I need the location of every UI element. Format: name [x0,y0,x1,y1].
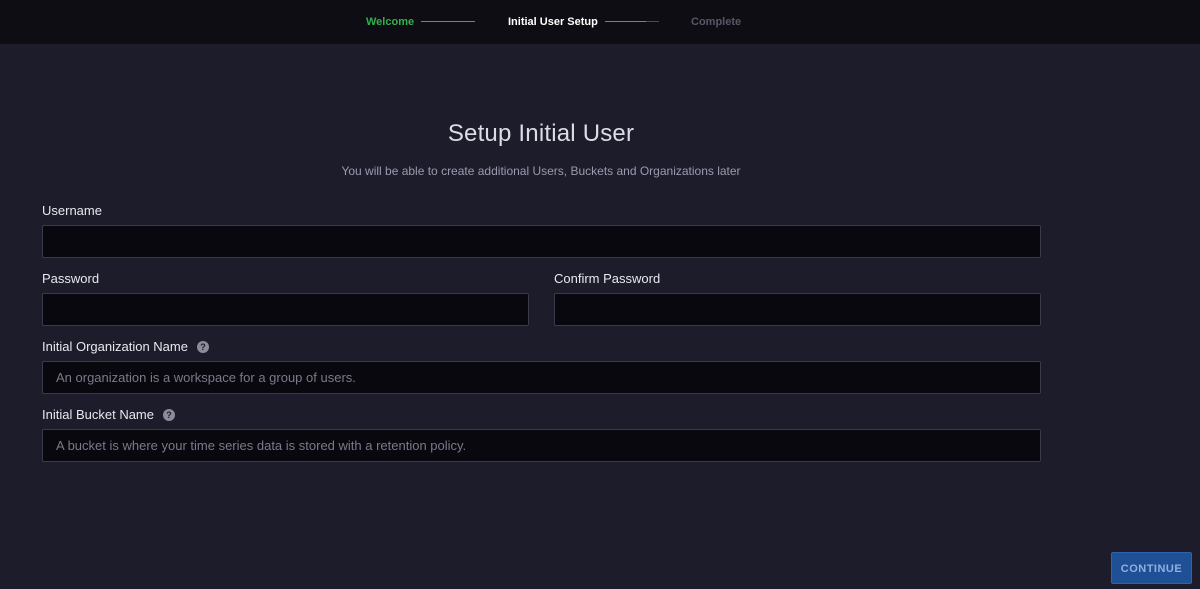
username-input[interactable] [42,225,1041,258]
confirm-password-label: Confirm Password [554,271,661,286]
password-input[interactable] [42,293,529,326]
step-complete: Complete [691,16,742,28]
bucket-label: Initial Bucket Name [42,407,154,422]
username-label: Username [42,203,102,218]
page-title: Setup Initial User [447,120,635,147]
bucket-label-row: Initial Bucket Name? [42,407,175,423]
continue-button[interactable]: CONTINUE [1111,552,1192,584]
wizard-progress-bar: Welcome Initial User Setup Complete [0,0,1200,44]
step-connector-1-fill [421,21,475,22]
bucket-name-input[interactable] [42,429,1041,462]
step-connector-1 [421,21,475,22]
page-subtitle: You will be able to create additional Us… [341,164,741,178]
step-connector-2-rest [645,21,659,22]
help-icon[interactable]: ? [196,340,209,353]
step-connector-2 [605,21,659,22]
organization-label: Initial Organization Name [42,339,188,354]
organization-name-input[interactable] [42,361,1041,394]
help-icon[interactable]: ? [163,408,175,421]
step-initial-user-setup[interactable]: Initial User Setup [508,15,598,29]
organization-label-row: Initial Organization Name? [42,339,209,355]
step-connector-2-fill [605,21,646,22]
confirm-password-input[interactable] [554,293,1041,326]
step-welcome[interactable]: Welcome [366,15,414,29]
password-label: Password [42,271,100,286]
